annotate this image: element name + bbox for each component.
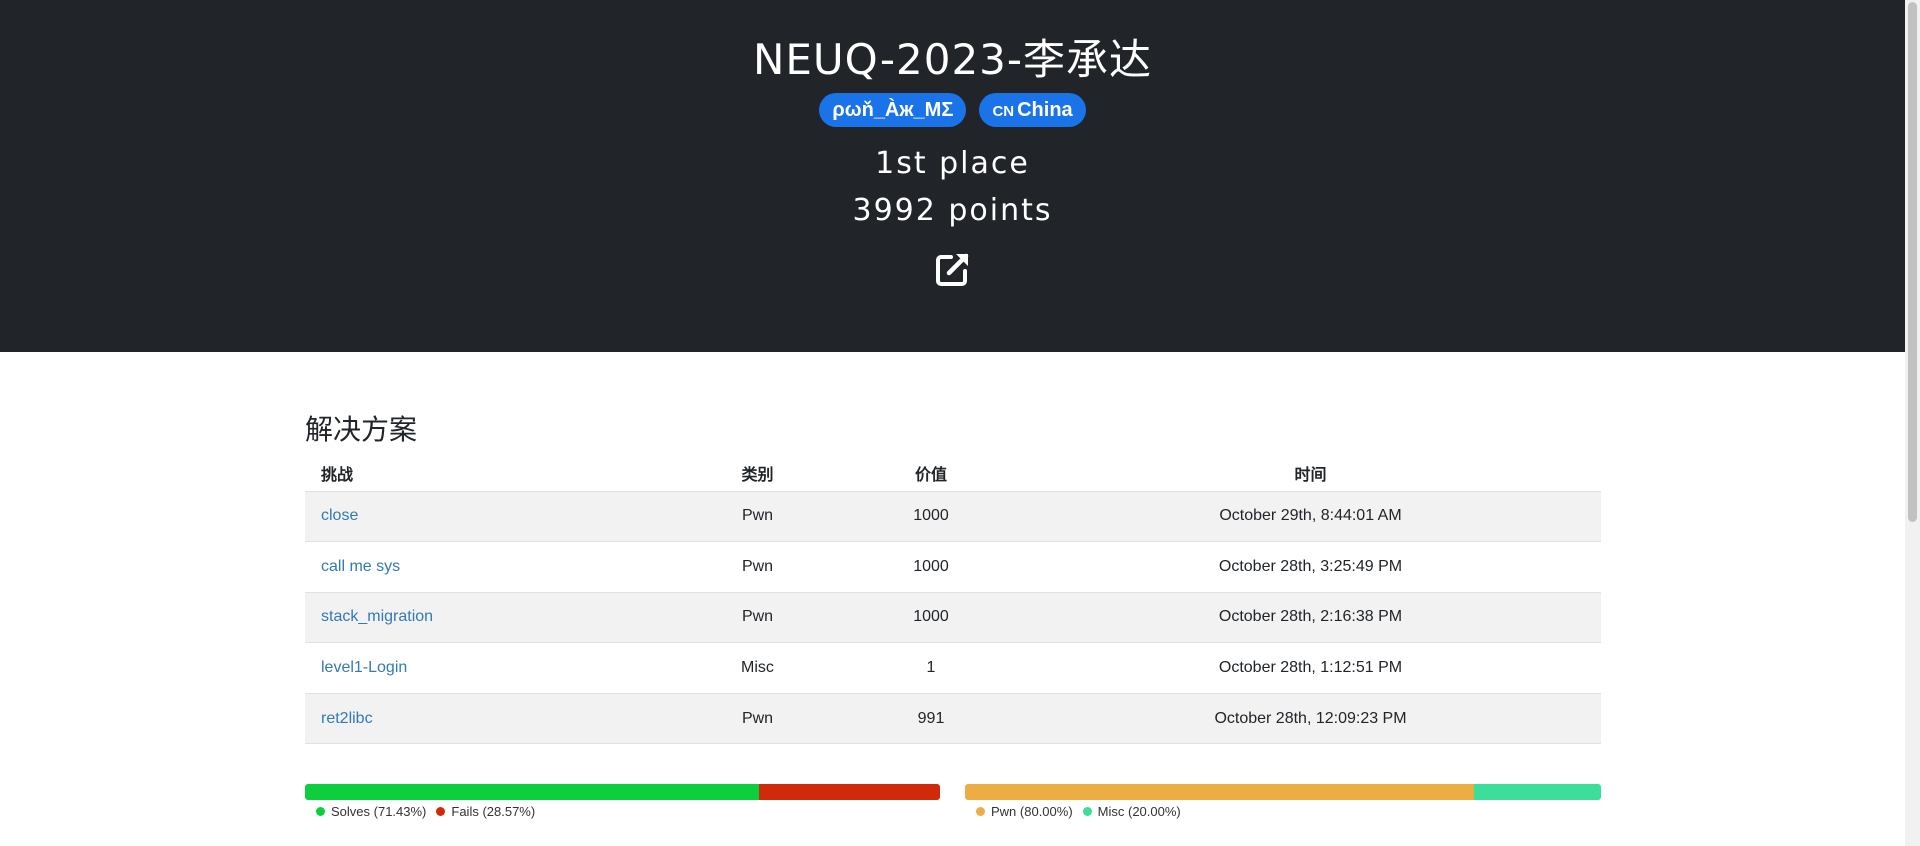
- time-cell: October 28th, 12:09:23 PM: [1020, 692, 1601, 745]
- table-header-row: 挑战 类别 价值 时间: [305, 455, 1601, 492]
- legend-label: Pwn (80.00%): [991, 804, 1073, 819]
- category-breakdown-bar: [965, 784, 1601, 800]
- bar-segment: [758, 784, 940, 800]
- challenge-link[interactable]: ret2libc: [321, 710, 373, 727]
- table-row: ret2libc Pwn 991 October 28th, 12:09:23 …: [305, 692, 1601, 745]
- solve-percentage-bar: [305, 784, 940, 800]
- value-cell: 1000: [842, 591, 1020, 643]
- legend-label: Misc (20.00%): [1097, 804, 1181, 819]
- category-cell: Pwn: [673, 490, 842, 542]
- country-badge: CN China: [979, 93, 1086, 127]
- legend-dot-icon: [976, 807, 985, 817]
- challenge-cell: call me sys: [305, 541, 673, 593]
- time-cell: October 29th, 8:44:01 AM: [1020, 490, 1601, 542]
- value-cell: 1: [842, 642, 1020, 694]
- bar-segment: [1473, 784, 1601, 800]
- column-header-category: 类别: [673, 455, 842, 492]
- time-cell: October 28th, 3:25:49 PM: [1020, 541, 1601, 593]
- challenge-cell: stack_migration: [305, 591, 673, 643]
- legend-dot-icon: [1082, 807, 1092, 817]
- team-badges: ρωň_Àж_MΣ CN China: [0, 93, 1905, 127]
- value-cell: 1000: [842, 541, 1020, 593]
- challenge-link[interactable]: close: [321, 507, 358, 524]
- affiliation-badge: ρωň_Àж_MΣ: [819, 93, 967, 127]
- solves-table: 挑战 类别 价值 时间 close Pwn 1000 October 29th,…: [305, 455, 1601, 745]
- bar-segment: [305, 784, 759, 800]
- country-flag-icon: CN: [992, 103, 1015, 120]
- challenge-link[interactable]: level1-Login: [321, 659, 407, 676]
- category-cell: Pwn: [673, 541, 842, 593]
- solve-percentage-legend: Solves (71.43%) Fails (28.57%): [316, 804, 545, 819]
- challenge-link[interactable]: call me sys: [321, 558, 400, 575]
- country-name: China: [1017, 99, 1073, 121]
- team-name: NEUQ-2023-李承达: [752, 35, 1153, 84]
- value-cell: 991: [842, 692, 1020, 745]
- legend-label: Fails (28.57%): [451, 804, 536, 819]
- challenge-link[interactable]: stack_migration: [321, 608, 433, 625]
- legend-item: Fails (28.57%): [436, 804, 535, 819]
- bar-segment: [965, 784, 1474, 800]
- legend-item: Pwn (80.00%): [976, 804, 1073, 819]
- legend-dot-icon: [316, 807, 325, 817]
- category-cell: Pwn: [673, 591, 842, 643]
- column-header-challenge: 挑战: [305, 455, 673, 492]
- category-cell: Pwn: [673, 692, 842, 745]
- legend-item: Misc (20.00%): [1082, 804, 1181, 819]
- category-breakdown-legend: Pwn (80.00%) Misc (20.00%): [976, 804, 1191, 819]
- team-place: 1st place: [875, 146, 1030, 181]
- challenge-cell: ret2libc: [305, 692, 673, 745]
- category-cell: Misc: [673, 642, 842, 694]
- legend-item: Solves (71.43%): [316, 804, 426, 819]
- team-points: 3992 points: [852, 193, 1053, 228]
- table-row: close Pwn 1000 October 29th, 8:44:01 AM: [305, 490, 1601, 542]
- scrollbar-thumb[interactable]: [1908, 2, 1917, 522]
- time-cell: October 28th, 1:12:51 PM: [1020, 642, 1601, 694]
- legend-dot-icon: [436, 807, 446, 817]
- time-cell: October 28th, 2:16:38 PM: [1020, 591, 1601, 643]
- solves-title: 解决方案: [305, 413, 418, 446]
- table-row: call me sys Pwn 1000 October 28th, 3:25:…: [305, 541, 1601, 593]
- table-row: stack_migration Pwn 1000 October 28th, 2…: [305, 591, 1601, 643]
- table-row: level1-Login Misc 1 October 28th, 1:12:5…: [305, 642, 1601, 694]
- value-cell: 1000: [842, 490, 1020, 542]
- column-header-value: 价值: [842, 455, 1020, 492]
- page-scrollbar[interactable]: [1905, 0, 1920, 846]
- external-link-icon[interactable]: [935, 251, 971, 287]
- challenge-cell: close: [305, 490, 673, 542]
- legend-label: Solves (71.43%): [331, 804, 427, 819]
- team-header: NEUQ-2023-李承达 ρωň_Àж_MΣ CN China 1st plac…: [0, 0, 1905, 352]
- column-header-time: 时间: [1020, 455, 1601, 492]
- challenge-cell: level1-Login: [305, 642, 673, 694]
